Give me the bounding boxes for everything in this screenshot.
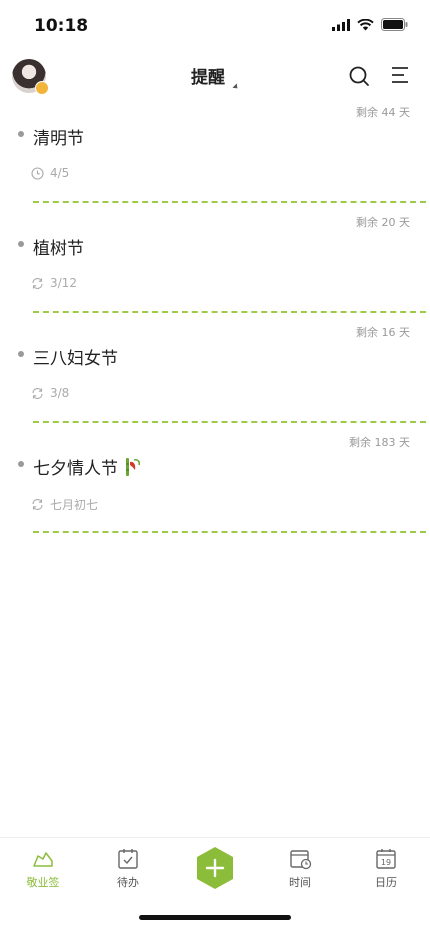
reminder-date: 七月初七 bbox=[50, 498, 99, 512]
reminder-name: 清明节 bbox=[33, 129, 84, 149]
status-icons bbox=[332, 18, 408, 31]
signal-icon bbox=[332, 18, 350, 31]
bullet-dot bbox=[18, 351, 24, 357]
todo-icon bbox=[118, 849, 138, 869]
list-item[interactable]: 剩余 44 天 清明节 4/5 bbox=[0, 100, 430, 210]
repeat-icon bbox=[32, 277, 43, 289]
tab-bar: 敬业签 待办 时间 19 日历 bbox=[0, 837, 430, 930]
remaining-days: 剩余 44 天 bbox=[356, 106, 410, 119]
reminder-date: 3/12 bbox=[50, 276, 77, 290]
repeat-icon bbox=[32, 499, 43, 510]
remaining-days: 剩余 16 天 bbox=[356, 326, 410, 339]
bullet-dot bbox=[18, 461, 24, 467]
divider bbox=[33, 311, 426, 313]
menu-icon[interactable] bbox=[390, 66, 410, 84]
list-item[interactable]: 剩余 16 天 三八妇女节 3/8 bbox=[0, 320, 430, 430]
status-bar: 10:18 bbox=[0, 0, 430, 52]
reminder-name: 植树节 bbox=[33, 239, 84, 259]
tab-label: 日历 bbox=[375, 876, 397, 889]
cloud-note-icon bbox=[33, 852, 53, 867]
status-time: 10:18 bbox=[34, 16, 89, 36]
reminder-name: 七夕情人节 bbox=[33, 459, 118, 479]
calendar-icon: 19 bbox=[376, 849, 396, 869]
add-button[interactable] bbox=[195, 846, 235, 890]
tab-label: 敬业签 bbox=[26, 876, 60, 889]
time-calendar-icon bbox=[290, 850, 312, 870]
divider bbox=[33, 201, 426, 203]
page-title[interactable]: 提醒 bbox=[191, 68, 225, 88]
repeat-icon bbox=[32, 387, 43, 399]
search-icon[interactable] bbox=[348, 65, 370, 87]
reminder-date: 3/8 bbox=[50, 386, 70, 400]
reminder-date: 4/5 bbox=[50, 166, 70, 180]
bamboo-icon bbox=[126, 457, 140, 476]
header: 提醒 bbox=[0, 52, 430, 100]
calendar-day: 19 bbox=[381, 858, 391, 867]
tab-calendar[interactable]: 19 日历 bbox=[356, 848, 416, 890]
bullet-dot bbox=[18, 131, 24, 137]
divider bbox=[33, 421, 426, 423]
tab-label: 时间 bbox=[289, 876, 311, 889]
tab-time[interactable]: 时间 bbox=[270, 848, 330, 890]
wifi-icon bbox=[357, 18, 374, 30]
reminder-list: 剩余 44 天 清明节 4/5 剩余 20 天 植树节 3/12 剩余 16 天… bbox=[0, 100, 430, 540]
tab-jingyeqian[interactable]: 敬业签 bbox=[13, 848, 73, 890]
home-indicator bbox=[139, 915, 291, 920]
battery-icon bbox=[381, 18, 408, 31]
divider bbox=[33, 531, 426, 533]
remaining-days: 剩余 183 天 bbox=[349, 436, 410, 449]
bullet-dot bbox=[18, 241, 24, 247]
reminder-name: 三八妇女节 bbox=[33, 349, 118, 369]
tab-todo[interactable]: 待办 bbox=[98, 848, 158, 890]
dropdown-caret-icon[interactable] bbox=[232, 83, 240, 91]
clock-icon bbox=[31, 166, 44, 180]
tab-label: 待办 bbox=[117, 876, 139, 889]
remaining-days: 剩余 20 天 bbox=[356, 216, 410, 229]
list-item[interactable]: 剩余 183 天 七夕情人节 七月初七 bbox=[0, 430, 430, 540]
list-item[interactable]: 剩余 20 天 植树节 3/12 bbox=[0, 210, 430, 320]
